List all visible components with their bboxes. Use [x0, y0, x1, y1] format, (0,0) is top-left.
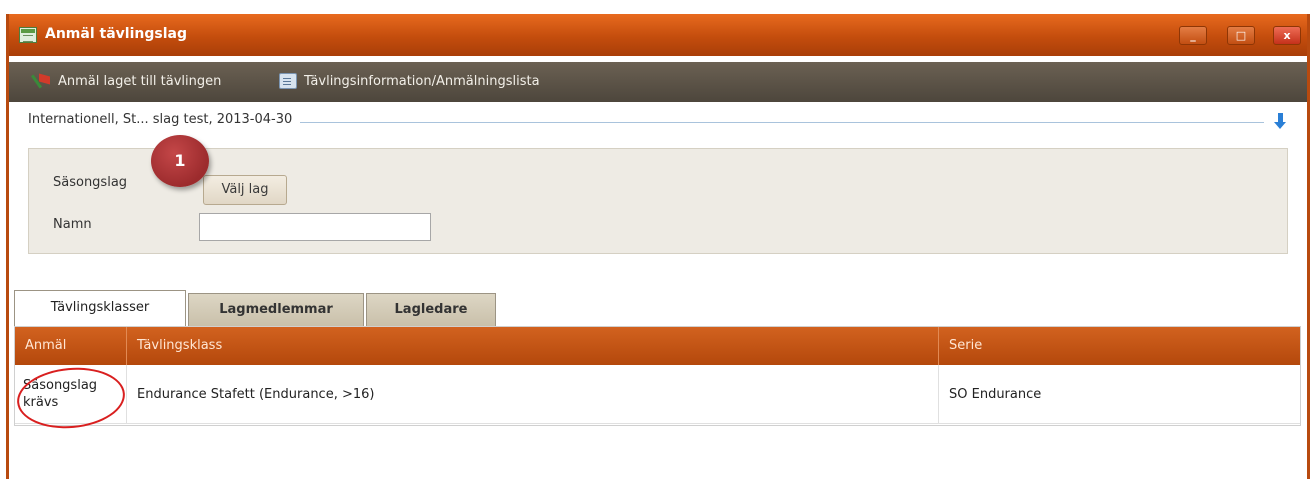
table-header: Anmäl Tävlingsklass Serie	[15, 327, 1300, 365]
flag-icon	[33, 73, 51, 89]
document-icon	[279, 73, 297, 89]
sign-up-status-line1: Säsongslag	[23, 378, 98, 393]
series-cell: SO Endurance	[949, 386, 1042, 402]
minimize-button[interactable]: _	[1179, 26, 1207, 45]
column-header-class[interactable]: Tävlingsklass	[127, 327, 939, 365]
tab-team-members[interactable]: Lagmedlemmar	[188, 293, 364, 326]
close-button[interactable]: x	[1273, 26, 1301, 45]
column-header-sign-up[interactable]: Anmäl	[15, 327, 127, 365]
register-team-label: Anmäl laget till tävlingen	[58, 73, 222, 89]
competition-info-button[interactable]: Tävlingsinformation/Anmälningslista	[279, 73, 540, 89]
tab-team-leaders[interactable]: Lagledare	[366, 293, 496, 326]
name-field[interactable]	[199, 213, 431, 241]
competition-title: Internationell, St... slag test, 2013-04…	[28, 112, 301, 127]
competition-info-label: Tävlingsinformation/Anmälningslista	[304, 73, 540, 89]
sign-up-cell: Säsongslag krävs	[15, 365, 127, 423]
name-label: Namn	[53, 217, 92, 232]
season-team-label: Säsongslag	[53, 175, 128, 190]
tab-competition-classes[interactable]: Tävlingsklasser	[14, 290, 186, 326]
app-icon	[19, 27, 37, 43]
table-row[interactable]: Säsongslag krävs Endurance Stafett (Endu…	[15, 365, 1300, 424]
competition-class-table: Anmäl Tävlingsklass Serie Säsongslag krä…	[14, 326, 1301, 433]
choose-team-button[interactable]: Välj lag	[203, 175, 287, 205]
arrow-down-icon[interactable]	[1272, 112, 1288, 130]
competition-section-header: Internationell, St... slag test, 2013-04…	[28, 112, 1288, 132]
maximize-button[interactable]: □	[1227, 26, 1255, 45]
sign-up-status-line2: krävs	[23, 395, 59, 410]
register-team-button[interactable]: Anmäl laget till tävlingen	[33, 73, 221, 89]
class-cell: Endurance Stafett (Endurance, >16)	[127, 365, 939, 423]
toolbar: Anmäl laget till tävlingen Tävlingsinfor…	[9, 62, 1307, 102]
title-bar[interactable]: Anmäl tävlingslag _ □ x	[9, 14, 1307, 56]
window-title: Anmäl tävlingslag	[45, 26, 187, 42]
team-form-panel: Säsongslag Välj lag Namn	[28, 148, 1288, 254]
column-header-series[interactable]: Serie	[939, 327, 1300, 365]
callout-badge: 1	[151, 135, 209, 187]
